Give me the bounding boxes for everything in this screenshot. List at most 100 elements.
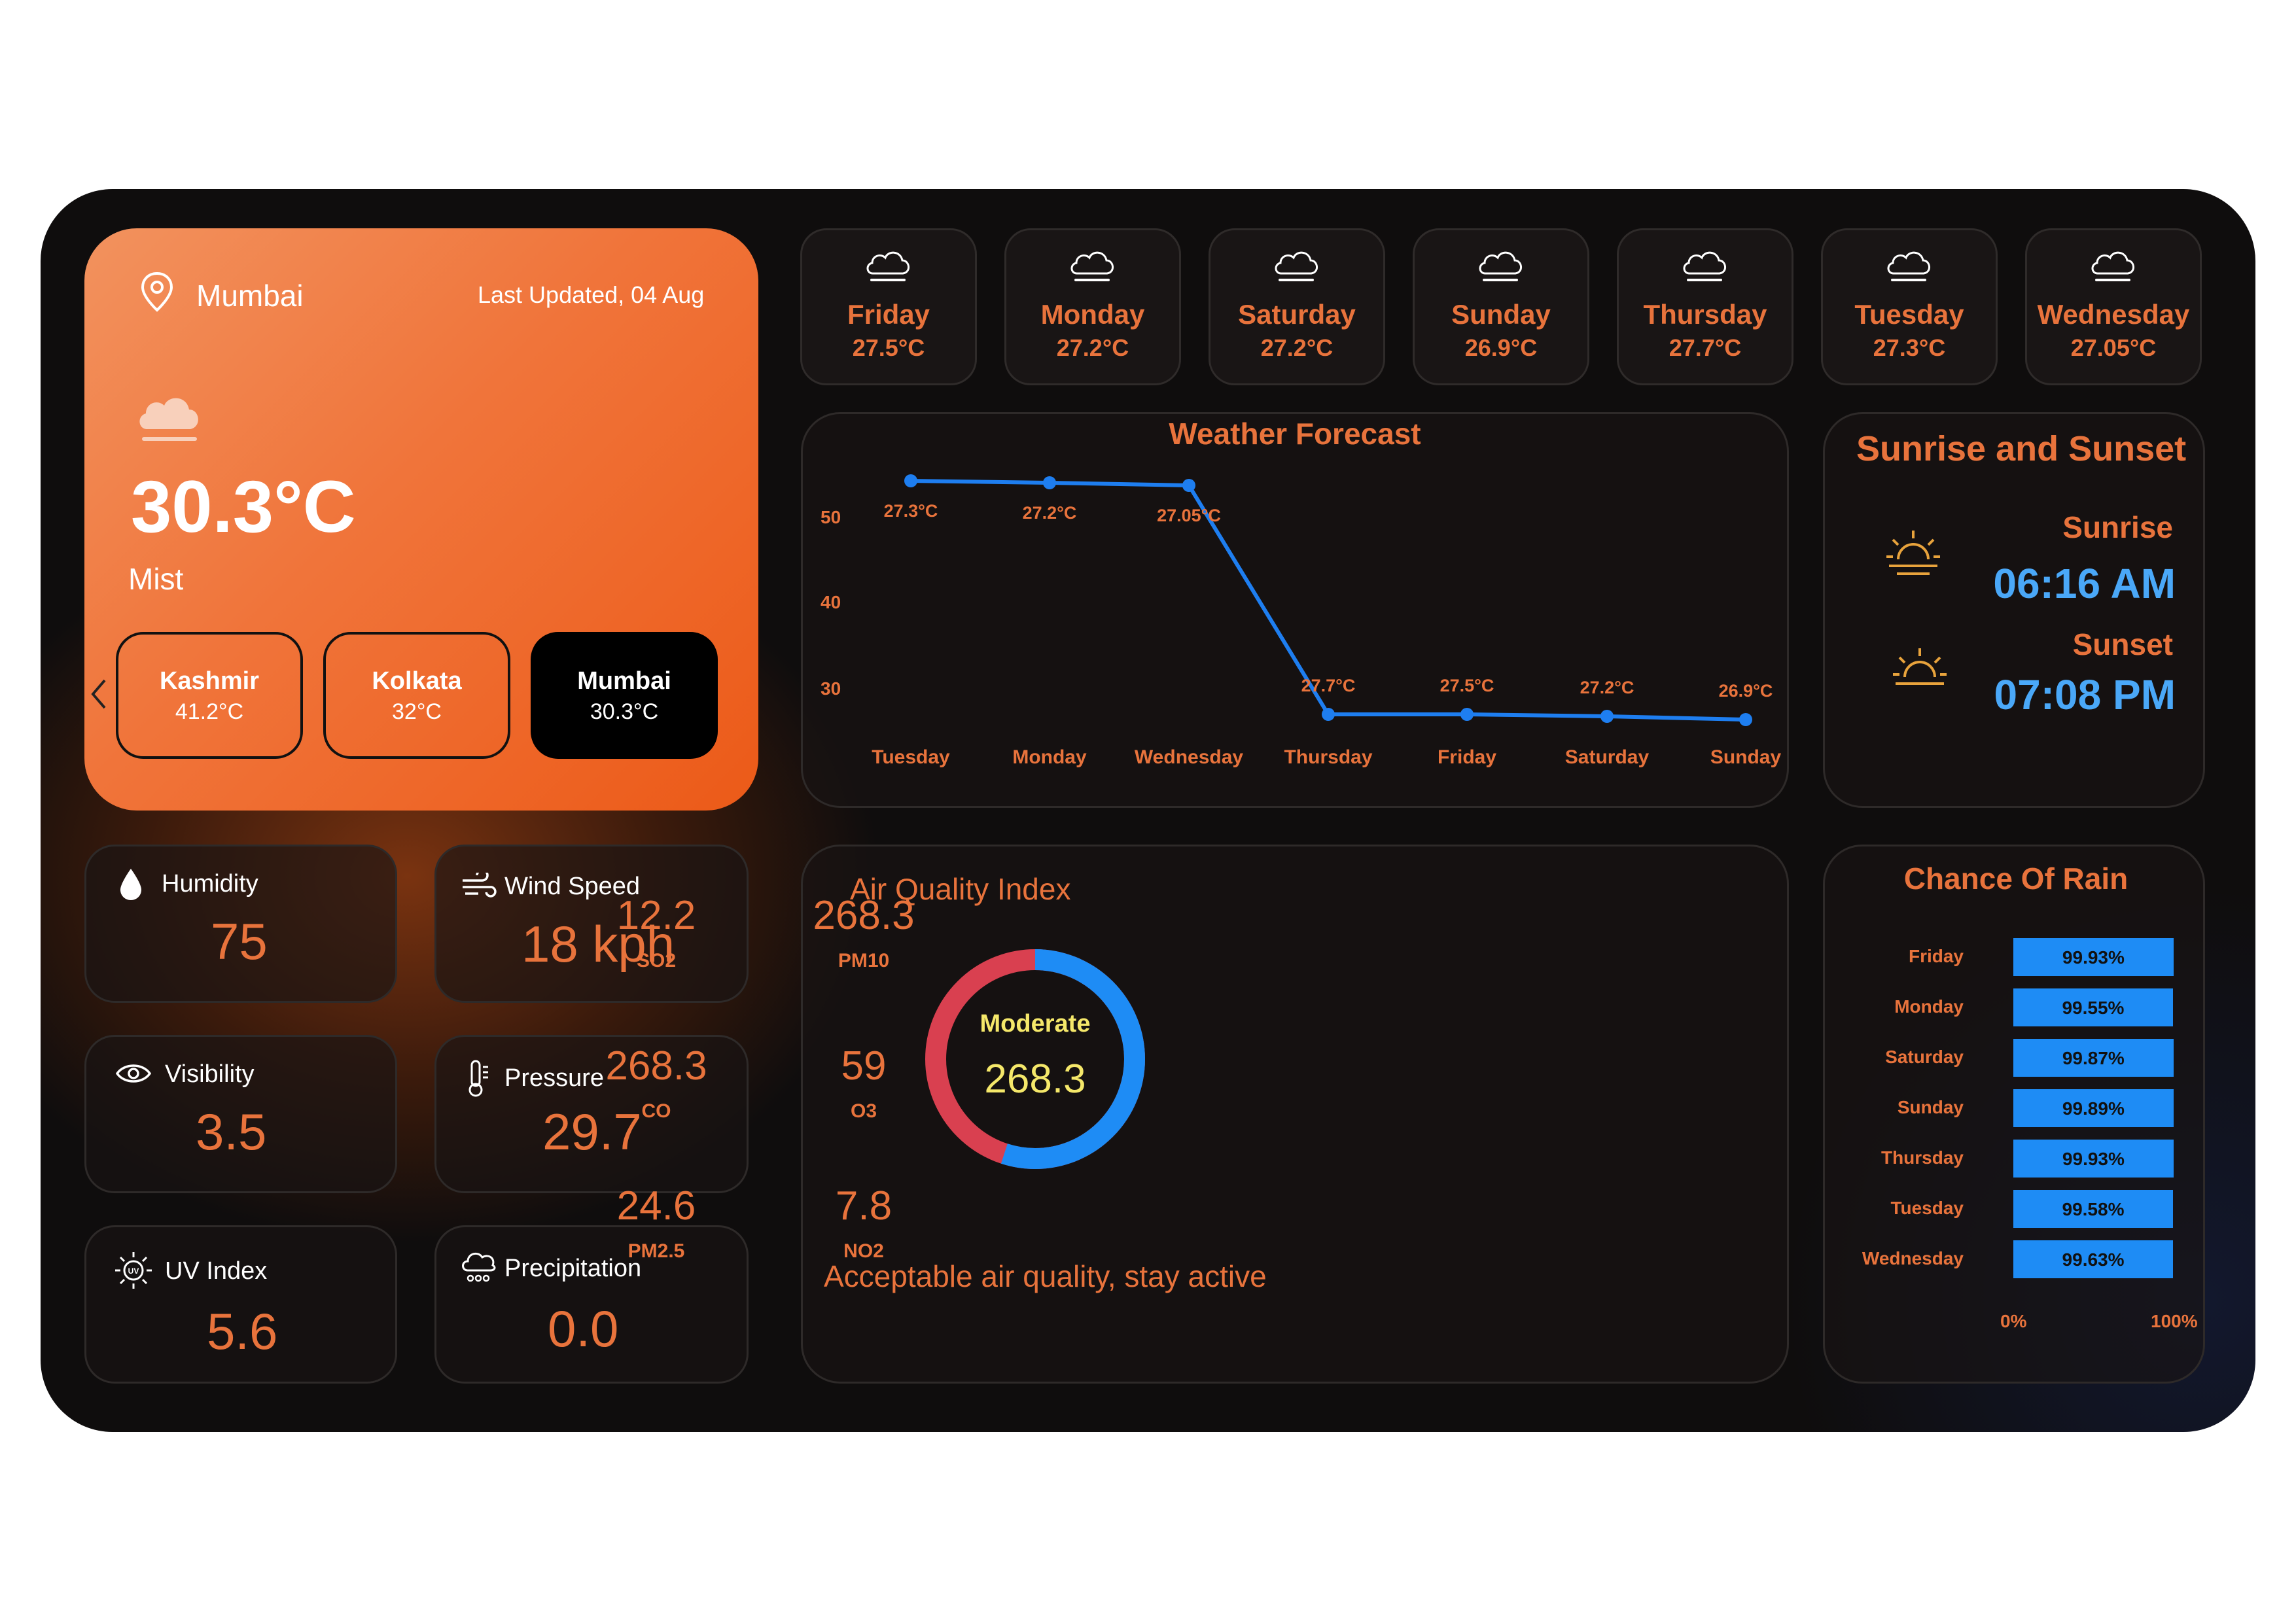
forecast-x-label: Sunday xyxy=(1710,746,1782,768)
rain-value-label: 99.58% xyxy=(2062,1199,2125,1219)
forecast-point xyxy=(1322,708,1335,721)
sunrise-time: 06:16 AM xyxy=(1993,560,2176,607)
pollutant-value-so2: 12.2 xyxy=(616,893,696,938)
forecast-point xyxy=(904,474,917,487)
forecast-point xyxy=(1460,708,1474,721)
rain-day-label: Sunday xyxy=(1897,1097,1964,1117)
y-tick-label: 50 xyxy=(821,507,841,527)
day-temp: 27.7°C xyxy=(1669,334,1742,361)
cloud-icon xyxy=(866,251,910,281)
day-temp: 27.2°C xyxy=(1056,334,1129,361)
forecast-point-label: 27.3°C xyxy=(884,501,938,521)
rain-day-label: Friday xyxy=(1908,946,1964,966)
pollutant-name-pm10: PM10 xyxy=(838,950,890,971)
chance-of-rain-card: Chance Of Rain Friday 99.93% Monday 99.55% S… xyxy=(1823,845,2205,1384)
city-button-label: Kashmir xyxy=(159,667,260,695)
rain-day-label: Thursday xyxy=(1881,1147,1964,1168)
visibility-card: Visibility 3.5 xyxy=(84,1035,397,1193)
city-button-kashmir[interactable]: Kashmir 41.2°C xyxy=(116,632,303,759)
cloud-icon xyxy=(2091,251,2134,281)
day-temp: 27.2°C xyxy=(1260,334,1333,361)
uv-sun-icon: UV xyxy=(115,1252,152,1289)
day-card-wednesday[interactable]: Wednesday 27.05°C xyxy=(2025,228,2202,385)
forecast-x-label: Monday xyxy=(1012,746,1087,768)
eye-icon xyxy=(115,1064,152,1083)
air-quality-card: Air Quality Index Moderate 268.3 Accepta… xyxy=(605,845,1789,1384)
city-button-label: Mumbai xyxy=(577,667,671,695)
day-card-saturday[interactable]: Saturday 27.2°C xyxy=(1209,228,1385,385)
day-card-monday[interactable]: Monday 27.2°C xyxy=(1004,228,1181,385)
chance-of-rain-title: Chance Of Rain xyxy=(1903,862,2128,896)
forecast-point xyxy=(1600,710,1614,723)
pollutant-value-o3: 59 xyxy=(841,1043,887,1089)
day-name: Saturday xyxy=(1238,299,1356,330)
forecast-point xyxy=(1182,479,1195,492)
day-temp: 27.3°C xyxy=(1873,334,1946,361)
city-button-temp: 30.3°C xyxy=(590,699,659,724)
thermometer-icon xyxy=(468,1060,488,1097)
forecast-point-label: 27.2°C xyxy=(1023,503,1077,523)
forecast-point-label: 26.9°C xyxy=(1719,681,1773,701)
precipitation-value: 0.0 xyxy=(548,1300,619,1357)
city-button-temp: 41.2°C xyxy=(175,699,244,724)
rain-day-label: Tuesday xyxy=(1890,1198,1964,1218)
pollutant-name-co: CO xyxy=(641,1100,671,1122)
rain-day-label: Wednesday xyxy=(1862,1248,1964,1268)
cloud-icon xyxy=(1479,251,1522,281)
y-tick-label: 40 xyxy=(821,592,841,612)
pollutant-value-pm25: 24.6 xyxy=(616,1183,696,1229)
uv-index-label: UV Index xyxy=(165,1257,268,1285)
sunrise-sunset-card: Sunrise and Sunset Sunrise 06:16 AM Suns… xyxy=(1823,412,2205,808)
forecast-point xyxy=(1043,476,1056,489)
day-name: Thursday xyxy=(1643,299,1767,330)
day-temp: 26.9°C xyxy=(1464,334,1538,361)
sunset-time: 07:08 PM xyxy=(1994,671,2176,718)
sunrise-label: Sunrise xyxy=(2062,510,2173,544)
pollutant-name-pm25: PM2.5 xyxy=(627,1240,685,1262)
visibility-label: Visibility xyxy=(165,1060,255,1088)
air-quality-status: Moderate xyxy=(980,1010,1091,1038)
pollutant-value-no2: 7.8 xyxy=(835,1183,892,1229)
weather-forecast-chart: 50 40 30 27.3°C Tuesday 27.2°C Monday 27.05°C We… xyxy=(821,474,1782,768)
city-name: Mumbai xyxy=(196,279,304,313)
y-tick-label: 30 xyxy=(821,678,841,699)
rain-value-label: 99.89% xyxy=(2062,1098,2125,1119)
pollutant-value-co: 268.3 xyxy=(605,1043,707,1089)
air-quality-message: Acceptable air quality, stay active xyxy=(824,1259,1267,1293)
uv-index-card: UV UV Index 5.6 xyxy=(84,1225,397,1384)
rain-axis-min: 0% xyxy=(2000,1311,2027,1331)
forecast-x-label: Wednesday xyxy=(1135,746,1243,768)
pollutant-name-so2: SO2 xyxy=(636,950,677,971)
day-card-tuesday[interactable]: Tuesday 27.3°C xyxy=(1821,228,1998,385)
day-card-friday[interactable]: Friday 27.5°C xyxy=(800,228,977,385)
visibility-value: 3.5 xyxy=(196,1103,267,1161)
forecast-point-label: 27.05°C xyxy=(1157,506,1221,525)
svg-text:UV: UV xyxy=(128,1266,139,1276)
location-pin-icon xyxy=(141,271,173,312)
forecast-point-label: 27.2°C xyxy=(1580,678,1634,697)
chevron-left-icon[interactable] xyxy=(89,678,109,710)
sunset-label: Sunset xyxy=(2072,627,2173,661)
rain-value-label: 99.87% xyxy=(2062,1048,2125,1068)
day-name: Wednesday xyxy=(2037,299,2190,330)
droplet-icon xyxy=(120,869,141,900)
current-temperature: 30.3°C xyxy=(131,466,356,548)
pollutant-value-pm10: 268.3 xyxy=(813,893,915,938)
day-card-sunday[interactable]: Sunday 26.9°C xyxy=(1413,228,1589,385)
pollutant-name-no2: NO2 xyxy=(843,1240,884,1262)
city-button-mumbai[interactable]: Mumbai 30.3°C xyxy=(531,632,718,759)
rain-axis-max: 100% xyxy=(2151,1311,2198,1331)
humidity-value: 75 xyxy=(211,913,268,970)
cloud-icon xyxy=(1070,251,1114,281)
rain-day-label: Saturday xyxy=(1885,1047,1964,1067)
air-quality-value: 268.3 xyxy=(984,1056,1086,1102)
city-button-label: Kolkata xyxy=(372,667,462,695)
day-name: Friday xyxy=(847,299,930,330)
pollutant-name-o3: O3 xyxy=(850,1100,877,1122)
forecast-point xyxy=(1739,713,1752,726)
day-name: Sunday xyxy=(1451,299,1551,330)
sunrise-sunset-title: Sunrise and Sunset xyxy=(1856,429,2187,468)
day-card-thursday[interactable]: Thursday 27.7°C xyxy=(1617,228,1793,385)
city-button-temp: 32°C xyxy=(392,699,442,724)
city-button-kolkata[interactable]: Kolkata 32°C xyxy=(323,632,510,759)
